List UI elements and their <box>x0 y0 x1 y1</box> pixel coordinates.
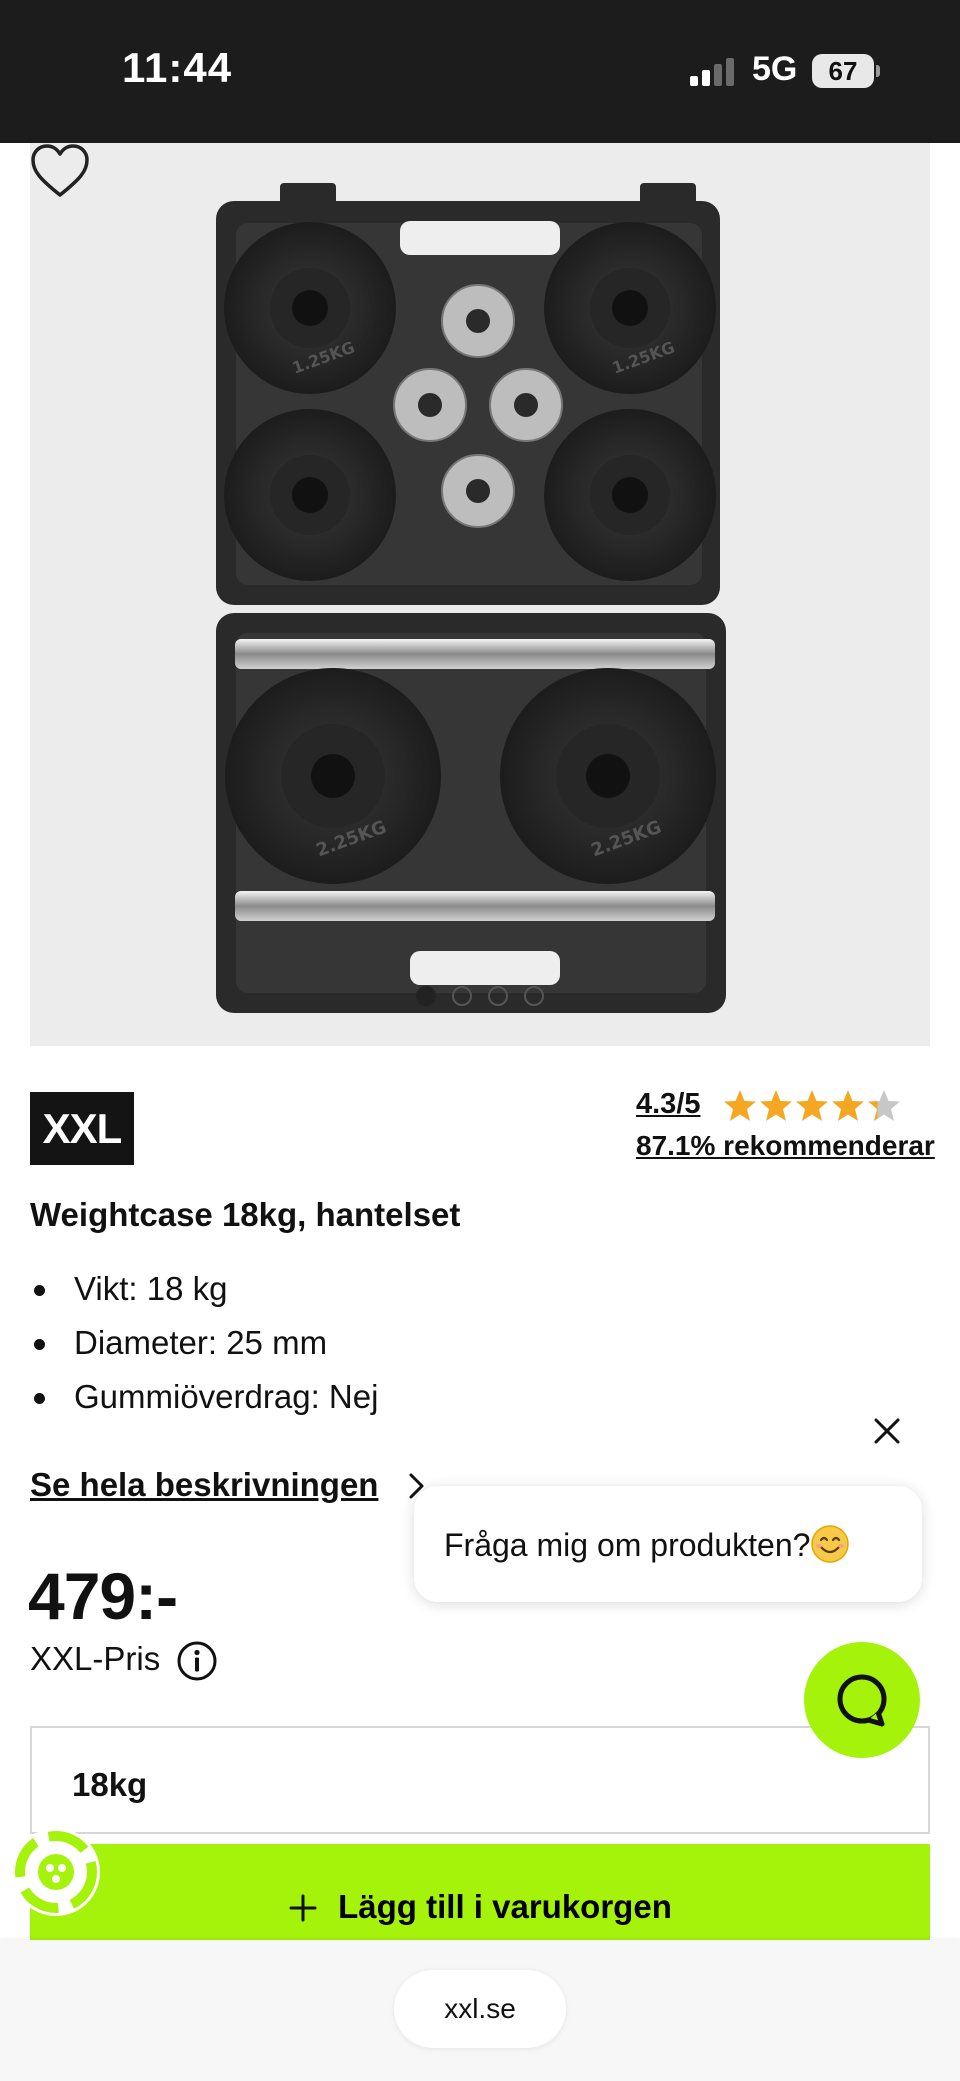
url-bar[interactable]: xxl.se <box>394 1970 566 2048</box>
add-to-cart-button[interactable]: Lägg till i varukorgen <box>30 1844 930 1954</box>
chat-icon <box>837 1674 887 1727</box>
status-bar: 11:44 5G 67 <box>0 0 960 143</box>
signal-icon <box>690 58 734 86</box>
info-icon[interactable] <box>176 1640 218 1682</box>
carousel-dot[interactable] <box>452 986 472 1006</box>
browser-toolbar: xxl.se <box>0 1940 960 2081</box>
product-image-carousel[interactable]: 1.25KG 1.25KG 2.25KG 2.25KG <box>30 143 930 1046</box>
spec-list: Vikt: 18 kg Diameter: 25 mm Gummiöverdra… <box>30 1262 378 1424</box>
star-icon <box>868 1090 900 1121</box>
spec-item: Gummiöverdrag: Nej <box>30 1370 378 1424</box>
sustainability-badge-icon[interactable] <box>10 1826 102 1918</box>
smile-emoji-icon <box>811 1525 850 1563</box>
chat-prompt-text: Fråga mig om produkten? <box>444 1527 811 1563</box>
star-icon <box>724 1090 756 1121</box>
carousel-dot[interactable] <box>416 986 436 1006</box>
heart-icon[interactable] <box>30 143 90 199</box>
network-type: 5G <box>752 50 798 88</box>
recommend-link[interactable]: 87.1% rekommenderar <box>636 1130 935 1162</box>
carousel-dot[interactable] <box>488 986 508 1006</box>
star-icon <box>796 1090 828 1121</box>
star-icon <box>832 1090 864 1121</box>
full-description-link[interactable]: Se hela beskrivningen <box>30 1466 378 1504</box>
plus-icon <box>289 1894 317 1922</box>
chat-button[interactable] <box>804 1642 920 1758</box>
rating-score[interactable]: 4.3/5 <box>636 1088 701 1121</box>
variant-value: 18kg <box>72 1766 148 1803</box>
variant-selector[interactable]: 18kg <box>30 1726 930 1834</box>
carousel-dot[interactable] <box>524 986 544 1006</box>
carousel-dots[interactable] <box>30 143 930 1046</box>
star-rating <box>724 1090 900 1121</box>
brand-logo[interactable]: XXL <box>30 1092 134 1165</box>
add-to-cart-label: Lägg till i varukorgen <box>338 1888 672 1925</box>
spec-item: Diameter: 25 mm <box>30 1316 378 1370</box>
battery-icon: 67 <box>812 54 880 88</box>
rating[interactable]: 4.3/5 87.1% rekommenderar <box>636 1088 936 1178</box>
status-time: 11:44 <box>122 44 233 91</box>
star-icon <box>760 1090 792 1121</box>
price: 479:- <box>28 1559 178 1633</box>
close-icon[interactable] <box>872 1416 902 1446</box>
chat-prompt-bubble[interactable]: Fråga mig om produkten? <box>414 1486 922 1602</box>
product-title: Weightcase 18kg, hantelset <box>30 1196 461 1233</box>
spec-item: Vikt: 18 kg <box>30 1262 378 1316</box>
price-label: XXL-Pris <box>30 1640 161 1677</box>
